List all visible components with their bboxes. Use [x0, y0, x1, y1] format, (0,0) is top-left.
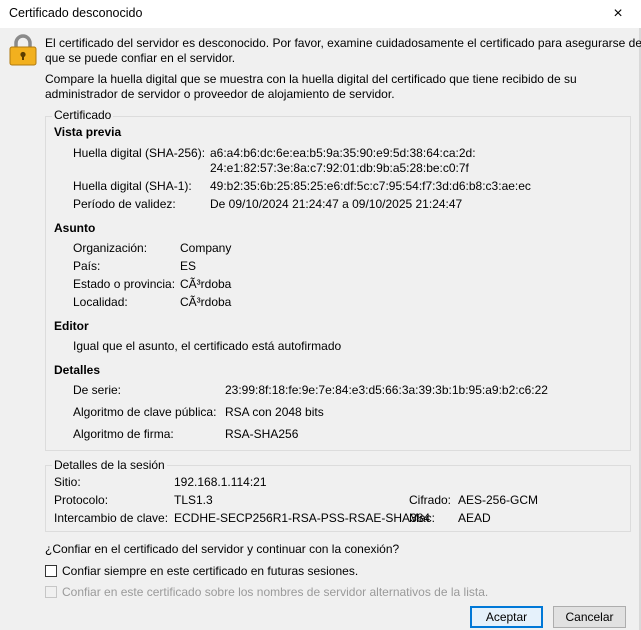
trust-question: ¿Confiar en el certificado del servidor …	[45, 542, 400, 556]
locality-value: CÃ³rdoba	[180, 295, 232, 309]
sha1-value: 49:b2:35:6b:25:85:25:e6:df:5c:c7:95:54:f…	[210, 179, 531, 193]
intro-line-4: administrador de servidor o proveedor de…	[45, 87, 395, 101]
issuer-heading: Editor	[54, 319, 89, 333]
organization-label: Organización:	[73, 241, 148, 255]
window-title: Certificado desconocido	[9, 6, 143, 20]
serial-label: De serie:	[73, 383, 122, 397]
pubkey-label: Algoritmo de clave pública:	[73, 405, 217, 419]
certificate-dialog: Certificado desconocido × El certificado…	[0, 0, 641, 630]
cancel-button-label: Cancelar	[565, 610, 614, 624]
preview-heading: Vista previa	[54, 125, 122, 139]
sigalg-label: Algoritmo de firma:	[73, 427, 174, 441]
close-button[interactable]: ×	[595, 0, 641, 28]
state-value: CÃ³rdoba	[180, 277, 232, 291]
intro-line-1: El certificado del servidor es desconoci…	[45, 36, 641, 50]
accept-button-label: Aceptar	[485, 610, 528, 624]
details-heading: Detalles	[54, 363, 101, 377]
certificate-group-label: Certificado	[52, 108, 114, 122]
country-label: País:	[73, 259, 101, 273]
sha1-label: Huella digital (SHA-1):	[73, 179, 192, 193]
protocol-label: Protocolo:	[54, 493, 109, 507]
mac-label: Mac:	[409, 511, 436, 525]
intro-line-3: Compare la huella digital que se muestra…	[45, 72, 577, 86]
validity-value: De 09/10/2024 21:24:47 a 09/10/2025 21:2…	[210, 197, 463, 211]
sigalg-value: RSA-SHA256	[225, 427, 299, 441]
always-trust-checkbox[interactable]	[45, 565, 57, 577]
alt-names-label[interactable]: Confiar en este certificado sobre los no…	[62, 585, 488, 599]
sha256-value-line1: a6:a4:b6:dc:6e:ea:b5:9a:35:90:e9:5d:38:6…	[210, 146, 476, 160]
pubkey-value: RSA con 2048 bits	[225, 405, 324, 419]
site-label: Sitio:	[54, 475, 81, 489]
cipher-label: Cifrado:	[409, 493, 452, 507]
always-trust-label[interactable]: Confiar siempre en este certificado en f…	[62, 564, 358, 578]
key-exchange-label: Intercambio de clave:	[54, 511, 169, 525]
issuer-value: Igual que el asunto, el certificado está…	[73, 339, 342, 353]
locality-label: Localidad:	[73, 295, 128, 309]
sha256-label: Huella digital (SHA-256):	[73, 146, 206, 160]
state-label: Estado o provincia:	[73, 277, 176, 291]
country-value: ES	[180, 259, 197, 273]
alt-names-checkbox[interactable]	[45, 586, 57, 598]
lock-icon	[9, 34, 37, 66]
session-group-label: Detalles de la sesión	[52, 458, 167, 472]
protocol-value: TLS1.3	[174, 493, 213, 507]
mac-value: AEAD	[458, 511, 491, 525]
accept-button[interactable]: Aceptar	[470, 606, 543, 628]
sha256-value-line2: 24:e1:82:57:3e:8a:c7:92:01:db:9b:a5:28:b…	[210, 161, 469, 175]
serial-value: 23:99:8f:18:fe:9e:7e:84:e3:d5:66:3a:39:3…	[225, 383, 548, 397]
title-bar: Certificado desconocido ×	[0, 0, 641, 28]
cipher-value: AES-256-GCM	[458, 493, 539, 507]
close-icon: ×	[613, 5, 623, 22]
validity-label: Período de validez:	[73, 197, 176, 211]
intro-line-2: que se puede confiar en el servidor.	[45, 51, 236, 65]
key-exchange-value: ECDHE-SECP256R1-RSA-PSS-RSAE-SHA384	[174, 511, 431, 525]
site-value: 192.168.1.114:21	[174, 475, 267, 489]
subject-heading: Asunto	[54, 221, 96, 235]
organization-value: Company	[180, 241, 232, 255]
cancel-button[interactable]: Cancelar	[553, 606, 626, 628]
